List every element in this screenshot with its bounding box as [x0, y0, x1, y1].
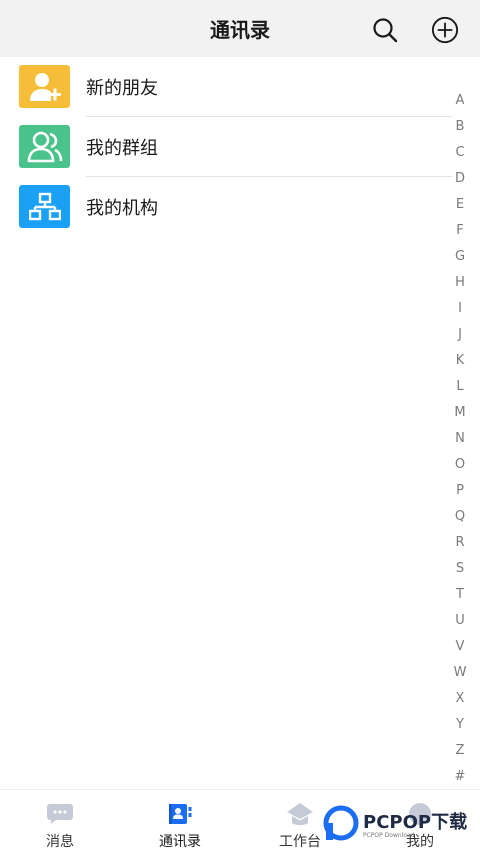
- index-letter[interactable]: K: [456, 348, 465, 374]
- index-letter[interactable]: #: [455, 764, 466, 790]
- search-button[interactable]: [371, 16, 399, 44]
- index-letter[interactable]: Y: [456, 712, 464, 738]
- message-icon: [47, 804, 73, 824]
- index-letter[interactable]: J: [458, 322, 462, 348]
- group-icon: [27, 131, 62, 162]
- index-letter[interactable]: H: [455, 270, 465, 296]
- index-letter[interactable]: P: [456, 478, 464, 504]
- index-letter[interactable]: T: [456, 582, 464, 608]
- index-letter[interactable]: B: [456, 114, 465, 140]
- search-icon: [373, 18, 398, 43]
- list-item-my-groups[interactable]: 我的群组: [0, 117, 452, 177]
- org-chart-icon: [28, 192, 61, 220]
- index-letter[interactable]: W: [454, 660, 467, 686]
- index-letter[interactable]: C: [455, 140, 464, 166]
- pcpop-logo-icon: [323, 805, 359, 841]
- tab-label: 消息: [46, 834, 74, 850]
- contact-entry-list: 新的朋友 我的群组 我的机构: [0, 57, 452, 237]
- add-user-icon: [29, 72, 61, 101]
- list-item-label: 我的群组: [86, 138, 158, 159]
- list-item-label: 新的朋友: [86, 78, 158, 99]
- list-item-label: 我的机构: [86, 198, 158, 219]
- index-letter[interactable]: L: [456, 374, 463, 400]
- index-letter[interactable]: Q: [455, 504, 465, 530]
- list-item-my-organization[interactable]: 我的机构: [0, 177, 452, 237]
- watermark: PCPOP下载 PCPOP Download: [323, 800, 473, 846]
- index-letter[interactable]: A: [456, 88, 465, 114]
- add-button[interactable]: [431, 16, 459, 44]
- workbench-icon: [287, 803, 313, 825]
- tab-messages[interactable]: 消息: [0, 790, 120, 853]
- index-letter[interactable]: R: [455, 530, 464, 556]
- index-letter[interactable]: M: [454, 400, 465, 426]
- alphabet-index-bar[interactable]: A B C D E F G H I J K L M N O P Q R S T …: [448, 88, 472, 788]
- tab-label: 通讯录: [159, 834, 201, 850]
- tab-label: 工作台: [279, 834, 321, 850]
- contacts-icon: [169, 804, 192, 824]
- list-item-new-friends[interactable]: 新的朋友: [0, 57, 452, 117]
- index-letter[interactable]: G: [455, 244, 465, 270]
- page-title: 通讯录: [210, 18, 270, 42]
- watermark-subtext: PCPOP Download: [363, 831, 415, 839]
- index-letter[interactable]: O: [455, 452, 465, 478]
- tab-contacts[interactable]: 通讯录: [120, 790, 240, 853]
- index-letter[interactable]: U: [455, 608, 465, 634]
- index-letter[interactable]: F: [456, 218, 463, 244]
- index-letter[interactable]: X: [456, 686, 465, 712]
- watermark-text: PCPOP下载: [363, 811, 468, 833]
- my-organization-avatar: [19, 185, 70, 228]
- my-groups-avatar: [19, 125, 70, 168]
- header-bar: 通讯录: [0, 0, 480, 57]
- index-letter[interactable]: Z: [456, 738, 465, 764]
- index-letter[interactable]: S: [456, 556, 464, 582]
- index-letter[interactable]: N: [455, 426, 465, 452]
- index-letter[interactable]: E: [456, 192, 464, 218]
- plus-circle-icon: [431, 16, 459, 44]
- index-letter[interactable]: D: [455, 166, 465, 192]
- new-friends-avatar: [19, 65, 70, 108]
- index-letter[interactable]: I: [458, 296, 462, 322]
- index-letter[interactable]: V: [456, 634, 465, 660]
